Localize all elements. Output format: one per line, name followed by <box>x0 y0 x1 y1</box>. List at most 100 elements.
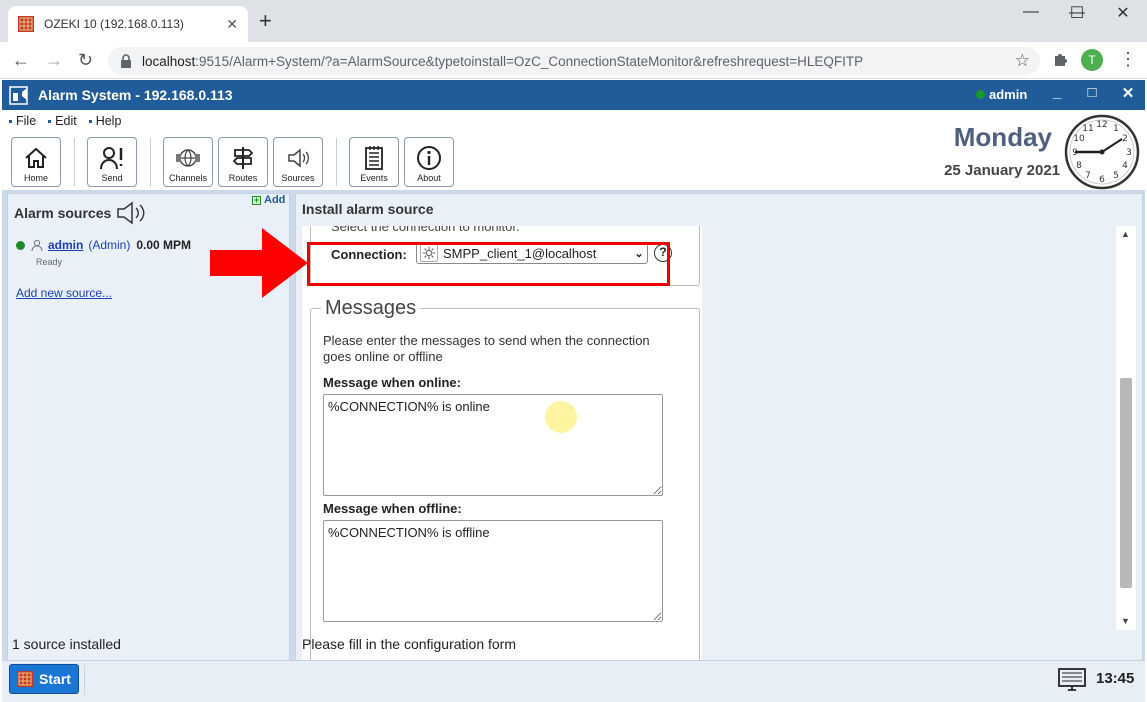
ozeki-start-icon <box>17 671 34 687</box>
connection-dropdown[interactable]: SMPP_client_1@localhost ⌄ <box>416 242 648 264</box>
offline-message-label: Message when offline: <box>323 501 462 516</box>
svg-text:11: 11 <box>1082 124 1093 134</box>
online-message-textarea[interactable]: %CONNECTION% is online <box>323 394 663 496</box>
send-button[interactable]: Send <box>87 137 137 187</box>
svg-text:10: 10 <box>1073 134 1085 144</box>
alarm-sources-title-text: Alarm sources <box>14 205 112 221</box>
events-button[interactable]: Events <box>349 137 399 187</box>
browser-minimize-btn[interactable]: — <box>1008 3 1054 21</box>
logged-in-user[interactable]: admin <box>989 87 1027 102</box>
events-icon <box>365 146 383 170</box>
routes-icon <box>232 147 254 169</box>
messages-fieldset: Messages Please enter the messages to se… <box>310 297 700 663</box>
toolbar-separator <box>336 138 337 186</box>
add-new-source-link[interactable]: Add new source... <box>16 286 112 300</box>
extensions-puzzle-icon[interactable] <box>1052 50 1070 68</box>
home-button[interactable]: Home <box>11 137 61 187</box>
add-source-button[interactable]: + Add <box>252 194 285 206</box>
alarm-sources-title: Alarm sources <box>14 201 147 225</box>
scroll-thumb[interactable] <box>1120 378 1132 588</box>
profile-avatar[interactable]: T <box>1081 49 1103 71</box>
svg-text:2: 2 <box>1122 134 1128 144</box>
monitor-icon[interactable] <box>1058 668 1086 692</box>
send-user-icon <box>100 147 123 170</box>
scroll-up-icon[interactable]: ▲ <box>1121 229 1130 239</box>
online-status-dot <box>976 90 985 99</box>
home-icon <box>25 147 47 168</box>
app-titlebar: Alarm System - 192.168.0.113 admin _ □ ✕ <box>2 80 1145 110</box>
source-name-link[interactable]: admin <box>48 238 83 252</box>
sources-button[interactable]: Sources <box>273 137 323 187</box>
add-label: Add <box>264 194 286 206</box>
browser-toolbar: ← → ↻ localhost:9515/Alarm+System/?a=Ala… <box>0 42 1147 79</box>
current-day: Monday <box>953 122 1052 152</box>
chevron-down-icon: ⌄ <box>634 247 644 260</box>
svg-text:1: 1 <box>1113 124 1119 134</box>
current-date: 25 January 2021 <box>944 162 1060 179</box>
browser-tab[interactable]: OZEKI 10 (192.168.0.113) ✕ <box>8 6 248 42</box>
svg-text:6: 6 <box>1099 175 1105 185</box>
start-button[interactable]: Start <box>9 664 79 694</box>
online-message-label: Message when online: <box>323 375 461 390</box>
forward-arrow-icon[interactable]: → <box>45 49 63 71</box>
bookmark-star-icon[interactable]: ☆ <box>1015 51 1030 71</box>
app-minimize-button[interactable]: _ <box>1047 84 1067 104</box>
scroll-down-icon[interactable]: ▼ <box>1121 616 1130 626</box>
help-icon[interactable]: ? <box>654 244 672 262</box>
speaker-icon <box>288 148 309 168</box>
browser-menu-icon[interactable]: ⋮ <box>1119 50 1137 68</box>
app-close-button[interactable]: ✕ <box>1118 84 1138 104</box>
menu-help[interactable]: Help <box>89 114 122 128</box>
browser-tabstrip: OZEKI 10 (192.168.0.113) ✕ + — <box>0 0 1147 42</box>
events-label: Events <box>360 173 388 183</box>
home-label: Home <box>23 173 48 183</box>
menu-file[interactable]: File <box>9 114 36 128</box>
url-path: :9515/Alarm+System/?a=AlarmSource&typeto… <box>195 53 864 69</box>
add-plus-icon: + <box>252 194 261 205</box>
about-button[interactable]: About <box>404 137 454 187</box>
messages-intro: Please enter the messages to send when t… <box>323 333 650 364</box>
vertical-scrollbar[interactable]: ▲ ▼ <box>1116 226 1136 630</box>
main-status-text: Please fill in the configuration form <box>302 636 516 652</box>
taskbar-separator <box>84 665 85 695</box>
reload-icon[interactable]: ↻ <box>78 49 93 71</box>
browser-close-button[interactable]: ✕ <box>1100 3 1146 23</box>
svg-text:7: 7 <box>1085 171 1091 181</box>
app-taskbar: Start 13:45 <box>2 660 1145 702</box>
config-form: Select the connection to monitor. Connec… <box>302 226 702 663</box>
svg-text:4: 4 <box>1122 161 1128 171</box>
sources-label: Sources <box>281 173 315 183</box>
alarm-system-app-icon <box>9 86 28 105</box>
url-text: localhost:9515/Alarm+System/?a=AlarmSour… <box>142 54 863 69</box>
source-status-dot <box>16 240 25 250</box>
routes-button[interactable]: Routes <box>218 137 268 187</box>
channels-icon <box>176 149 200 167</box>
connection-fieldset: Select the connection to monitor. Connec… <box>310 226 700 286</box>
app-title: Alarm System - 192.168.0.113 <box>38 87 233 103</box>
new-tab-button[interactable]: + <box>259 10 272 32</box>
address-bar[interactable]: localhost:9515/Alarm+System/?a=AlarmSour… <box>108 47 1040 75</box>
ozeki-app-window: Alarm System - 192.168.0.113 admin _ □ ✕… <box>2 80 1145 702</box>
taskbar-clock: 13:45 <box>1096 670 1135 687</box>
connection-label: Connection: <box>331 247 407 262</box>
install-alarm-source-title: Install alarm source <box>302 201 434 217</box>
toolbar-separator <box>74 138 75 186</box>
gear-icon <box>420 244 438 262</box>
tab-close-icon[interactable]: ✕ <box>226 16 238 33</box>
speaker-icon <box>117 201 145 225</box>
offline-message-textarea[interactable]: %CONNECTION% is offline <box>323 520 663 622</box>
url-host: localhost <box>142 53 196 69</box>
app-maximize-button[interactable]: □ <box>1082 84 1102 104</box>
about-label: About <box>417 173 441 183</box>
source-role: (Admin) <box>88 238 131 252</box>
routes-label: Routes <box>228 173 258 183</box>
source-status: Ready <box>36 257 63 267</box>
toolbar-separator <box>150 138 151 186</box>
menu-edit[interactable]: Edit <box>48 114 77 128</box>
send-label: Send <box>101 173 123 183</box>
messages-legend: Messages <box>321 297 421 320</box>
back-arrow-icon[interactable]: ← <box>12 49 30 71</box>
browser-maximize-button[interactable]: ☐ <box>1054 3 1100 23</box>
channels-button[interactable]: Channels <box>163 137 213 187</box>
user-icon <box>31 239 43 251</box>
